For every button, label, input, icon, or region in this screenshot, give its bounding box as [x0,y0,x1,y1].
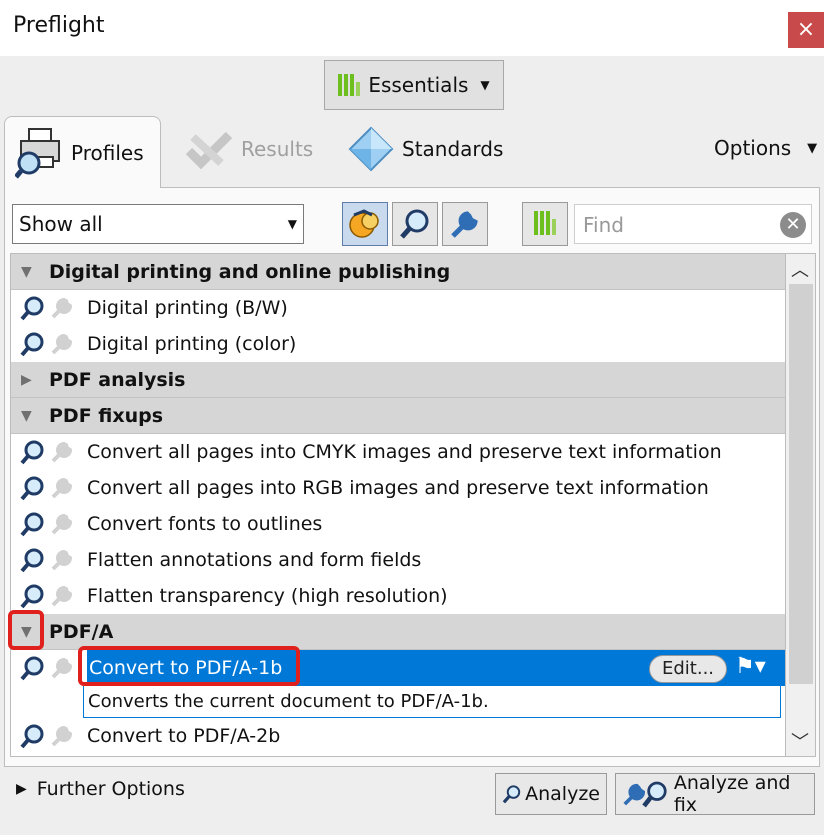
group-header[interactable]: ▼ PDF/A [11,614,785,650]
further-options-label: Further Options [36,778,185,800]
item-label: Digital printing (B/W) [87,297,288,319]
chevron-down-icon: ▼ [807,140,818,156]
list-item[interactable]: Flatten transparency (high resolution) [11,578,785,614]
options-label: Options [714,136,792,160]
magnifier-icon [20,476,44,501]
profiles-filter-icon [349,209,379,238]
wrench-icon [51,725,73,747]
magnifier-icon [20,296,44,321]
chevron-down-icon: ▼ [480,78,490,92]
tab-profiles[interactable]: Profiles [4,116,161,188]
tab-results[interactable]: Results [185,124,313,174]
filter-selected-value: Show all [19,212,103,236]
list-item[interactable]: Convert all pages into RGB images and pr… [11,470,785,506]
magnifier-icon [400,209,429,239]
analyze-and-fix-button[interactable]: Analyze and fix [615,772,815,816]
wrench-icon [51,477,73,499]
magnifier-icon [20,656,44,681]
tab-standards[interactable]: Standards [348,124,503,174]
clear-icon[interactable]: ✕ [780,212,806,238]
group-header[interactable]: ▶ PDF analysis [11,362,785,398]
expand-triangle-icon[interactable]: ▼ [21,624,37,640]
group-name: PDF/A [49,620,114,643]
magnifier-icon [20,724,44,749]
expand-triangle-icon[interactable]: ▼ [21,264,37,280]
list-item[interactable]: Convert to PDF/A-2b [11,718,785,754]
list-item[interactable]: Flatten annotations and form fields [11,542,785,578]
chevron-down-icon[interactable]: ﹀ [786,728,814,754]
magnifier-icon [20,512,44,537]
group-header[interactable]: ▼ PDF fixups [11,398,785,434]
magnifier-icon [502,785,521,804]
scroll-thumb[interactable] [789,284,813,684]
item-label: Convert all pages into RGB images and pr… [87,477,709,499]
wrench-icon [451,211,478,238]
magnifier-icon [20,332,44,357]
fixup-profiles-button[interactable] [442,202,488,246]
analyze-button[interactable]: Analyze [495,773,607,815]
title-bar: Preflight × [0,0,824,56]
item-label: Digital printing (color) [87,333,297,355]
library-icon [534,211,556,235]
item-label: Convert to PDF/A-2b [87,725,281,747]
magnifier-icon [20,548,44,573]
group-name: Digital printing and online publishing [49,260,451,283]
list-item-selected[interactable]: Convert to PDF/A-1b Edit... ⚑▾ [11,650,785,686]
options-menu[interactable]: Options ▼ [714,136,817,160]
list-item[interactable]: Digital printing (B/W) [11,290,785,326]
wrench-icon [51,549,73,571]
item-label: Flatten transparency (high resolution) [87,585,448,607]
results-icon [185,131,233,169]
tab-standards-label: Standards [402,137,504,161]
find-input[interactable]: Find [574,204,812,244]
chevron-up-icon[interactable]: ︿ [786,256,814,282]
tab-results-label: Results [241,137,314,161]
essentials-label: Essentials [368,73,469,97]
tab-profiles-label: Profiles [71,140,144,165]
further-options-toggle[interactable]: ▶ Further Options [16,778,185,800]
item-label: Flatten annotations and form fields [87,549,422,571]
flag-icon[interactable]: ⚑▾ [735,654,779,684]
expand-triangle-icon[interactable]: ▼ [21,408,37,424]
list-item[interactable]: Convert fonts to outlines [11,506,785,542]
item-label: Convert all pages into CMYK images and p… [87,441,722,463]
item-label: Convert to PDF/A-1b [89,657,283,679]
collapse-triangle-icon: ▶ [16,781,27,797]
analyze-fix-label: Analyze and fix [673,772,791,816]
analyze-label: Analyze [525,783,600,805]
edit-button[interactable]: Edit... [649,655,727,683]
item-description: Converts the current document to PDF/A-1… [83,686,781,718]
wrench-icon [51,441,73,463]
wrench-icon [51,297,73,319]
item-label: Convert fonts to outlines [87,513,323,535]
wrench-magnifier-icon [623,781,667,808]
wrench-icon [51,513,73,535]
group-header[interactable]: ▼ Digital printing and online publishing [11,254,785,290]
diamond-icon [348,126,394,172]
close-button[interactable]: × [788,12,824,48]
window-title: Preflight [13,13,105,38]
list-item[interactable]: Digital printing (color) [11,326,785,362]
collapse-triangle-icon[interactable]: ▶ [21,372,37,388]
profile-list: ▼ Digital printing and online publishing… [10,253,786,757]
wrench-icon [51,585,73,607]
group-name: PDF fixups [49,404,164,427]
analysis-profiles-button[interactable] [392,202,438,246]
library-icon [338,74,361,96]
wrench-icon [51,657,73,679]
list-item[interactable]: Convert all pages into CMYK images and p… [11,434,785,470]
magnifier-icon [20,584,44,609]
wrench-icon [51,333,73,355]
library-button[interactable] [522,202,568,246]
chevron-down-icon: ▼ [287,217,297,231]
magnifier-icon [20,440,44,465]
list-scrollbar[interactable]: ︿ ﹀ [786,253,816,757]
filter-select[interactable]: Show all ▼ [12,204,304,244]
group-name: PDF analysis [49,368,186,391]
show-all-profiles-button[interactable] [342,202,388,246]
printer-magnifier-icon [15,127,60,179]
essentials-dropdown[interactable]: Essentials ▼ [324,60,504,110]
